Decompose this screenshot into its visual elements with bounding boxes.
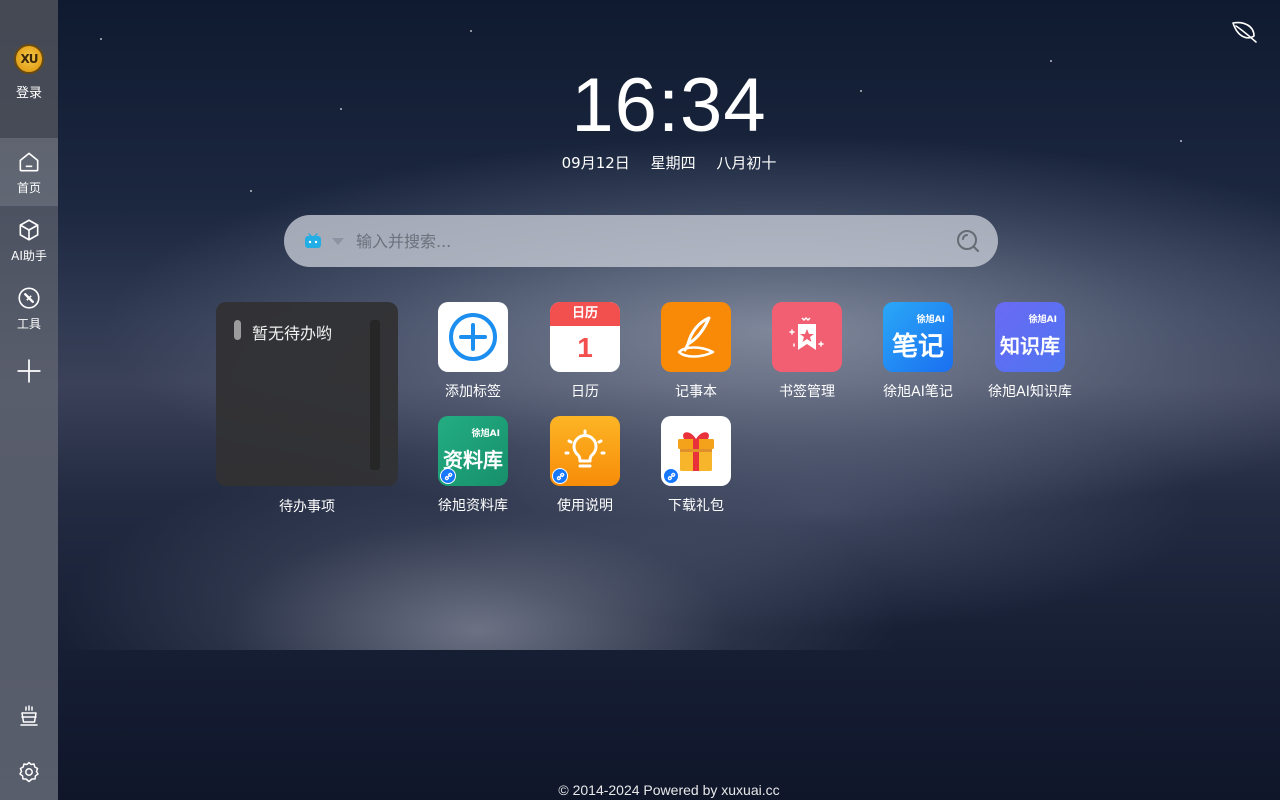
login-label: 登录 [15,86,42,101]
cup-icon [20,705,38,726]
link-icon [440,468,456,484]
date-text: 09月12日 [561,154,630,172]
link-icon [552,468,568,484]
sidebar-item-tools[interactable]: 工具 [0,274,58,342]
app-xuxu-ai-notes[interactable]: 徐旭AI 笔记 徐旭AI笔记 [863,302,973,401]
library-icon: 徐旭AI 资料库 [438,416,508,486]
sidebar-item-home[interactable]: 首页 [0,138,58,206]
search-input[interactable] [356,231,954,251]
app-tag: 徐旭AI [916,315,945,325]
plus-circle-icon [438,302,508,372]
app-icon-text: 知识库 [1000,333,1060,358]
app-label: 记事本 [675,384,717,400]
lightbulb-icon [550,416,620,486]
todo-empty-text: 暂无待办哟 [252,324,333,343]
engine-dropdown-caret[interactable] [332,237,344,245]
weekday-text: 星期四 [650,154,696,172]
app-label: 书签管理 [779,384,835,400]
clock-date: 09月12日 星期四 八月初十 [58,152,1280,173]
settings-button[interactable] [0,744,58,800]
app-tag: 徐旭AI [1028,315,1057,325]
app-label: 徐旭AI笔记 [883,384,953,400]
app-bookmark-manager[interactable]: 书签管理 [752,302,862,401]
cube-icon [19,218,39,241]
add-nav-button[interactable] [0,342,58,400]
bilibili-icon[interactable] [304,233,322,249]
calendar-day: 1 [577,332,593,363]
clock-time: 16:34 [571,63,767,148]
plus-icon [17,359,41,383]
app-tag: 徐旭AI [471,429,500,439]
todo-widget[interactable]: 暂无待办哟 [216,302,398,486]
home-icon [19,152,39,171]
lunar-date-text: 八月初十 [716,154,777,172]
todo-scrollbar[interactable] [370,320,380,470]
calendar-icon: 日历 1 [550,302,620,372]
app-label: 徐旭AI知识库 [988,384,1072,400]
app-label: 下载礼包 [668,498,724,514]
footer-copyright: © 2014-2024 Powered by xuxuai.cc [558,782,780,798]
app-usage-guide[interactable]: 使用说明 [530,416,640,515]
sidebar-item-label: 工具 [16,316,41,331]
login-button[interactable]: XU 登录 [0,0,58,138]
avatar: XU [14,44,44,74]
gift-icon [661,416,731,486]
sidebar-item-ai-assistant[interactable]: AI助手 [0,206,58,274]
gear-icon [19,761,39,783]
search-icon[interactable] [954,227,982,255]
compass-icon [18,286,40,309]
app-add-tag[interactable]: 添加标签 [418,302,528,401]
bookmark-icon [772,302,842,372]
app-xuxu-ai-knowledge[interactable]: 徐旭AI 知识库 徐旭AI知识库 [975,302,1085,401]
quill-icon [661,302,731,372]
app-label: 日历 [571,384,599,400]
todo-label: 待办事项 [279,499,335,515]
sidebar-item-label: AI助手 [11,248,47,263]
app-calendar[interactable]: 日历 1 日历 [530,302,640,401]
app-icon-text: 笔记 [891,331,944,362]
app-label: 徐旭资料库 [438,498,508,514]
sidebar: XU 登录 首页 AI助手 工具 [0,0,58,800]
wallpaper-toggle-button[interactable] [1230,18,1258,46]
app-xuxu-library[interactable]: 徐旭AI 资料库 徐旭资料库 [418,416,528,515]
link-icon [663,468,679,484]
calendar-header: 日历 [550,302,620,326]
app-label: 添加标签 [445,384,501,400]
app-notepad[interactable]: 记事本 [641,302,751,401]
knowledge-icon: 徐旭AI 知识库 [995,302,1065,372]
sidebar-item-label: 首页 [16,180,41,195]
notes-icon: 徐旭AI 笔记 [883,302,953,372]
cup-button[interactable] [0,688,58,744]
todo-accent-bar [234,320,241,340]
app-download-gift[interactable]: 下载礼包 [641,416,751,515]
search-bar [284,215,998,267]
app-label: 使用说明 [557,498,613,514]
leaf-icon [1232,21,1257,43]
